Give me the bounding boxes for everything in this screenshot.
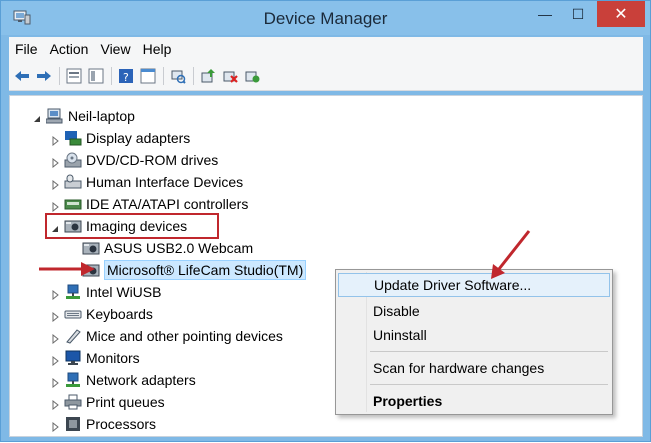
context-menu: Update Driver Software... Disable Uninst… [335,269,613,415]
menu-separator [370,384,608,385]
mouse-icon [64,328,82,344]
tree-item-ide-controllers[interactable]: IDE ATA/ATAPI controllers [50,194,248,214]
tree-root-label: Neil-laptop [68,108,135,124]
tree-item-label: Monitors [86,350,140,366]
svg-text:?: ? [123,71,129,84]
update-driver-icon[interactable] [199,67,217,85]
tree-item-asus-webcam[interactable]: ASUS USB2.0 Webcam [82,238,253,258]
menu-item-update-driver[interactable]: Update Driver Software... [338,273,610,297]
tree-item-human-interface-devices[interactable]: Human Interface Devices [50,172,243,192]
annotation-highlight-box [45,213,219,239]
menu-help[interactable]: Help [137,41,178,57]
properties-icon[interactable] [65,67,83,85]
toolbar-separator [111,66,112,85]
toolbar-separator [59,66,60,85]
tree-item-label: Display adapters [86,130,191,146]
tree-item-network-adapters[interactable]: Network adapters [50,370,196,390]
tree-item-label: Keyboards [86,306,153,322]
minimize-button[interactable]: — [531,1,559,27]
tree-item-monitors[interactable]: Monitors [50,348,140,368]
keyboard-icon [64,306,82,322]
toolbar-separator [163,66,164,85]
tree-item-label: Processors [86,416,157,432]
tree-item-display-adapters[interactable]: Display adapters [50,128,190,148]
tree-item-microsoft-lifecam[interactable]: Microsoft® LifeCam Studio(TM) [82,260,307,280]
expand-arrow-icon[interactable] [50,419,60,433]
scan-hardware-icon[interactable] [169,67,187,85]
maximize-button[interactable]: ☐ [564,1,592,27]
menu-bar: File Action View Help [9,37,643,61]
expand-arrow-icon[interactable] [50,375,60,389]
device-manager-window: Device Manager — ☐ ✕ File Action View He… [0,0,651,442]
enable-icon[interactable] [243,67,261,85]
tree-item-label: DVD/CD-ROM drives [86,152,219,168]
dvd-drive-icon [64,152,82,168]
collapse-arrow-icon[interactable] [32,111,42,122]
expand-arrow-icon[interactable] [50,309,60,323]
menu-separator [370,351,608,352]
tree-item-mice[interactable]: Mice and other pointing devices [50,326,283,346]
menu-action[interactable]: Action [44,41,95,57]
close-button[interactable]: ✕ [597,1,645,27]
menu-item-scan-hardware[interactable]: Scan for hardware changes [338,356,610,380]
tree-item-dvd-drives[interactable]: DVD/CD-ROM drives [50,150,218,170]
menu-item-disable[interactable]: Disable [338,299,610,323]
console-view-icon[interactable] [139,67,157,85]
expand-arrow-icon[interactable] [50,133,60,147]
expand-arrow-icon[interactable] [50,177,60,191]
expand-arrow-icon[interactable] [50,155,60,169]
tree-root[interactable]: Neil-laptop [32,106,135,126]
processor-icon [64,416,82,432]
ide-controller-icon [64,196,82,212]
help-icon[interactable]: ? [117,67,135,85]
back-arrow-icon[interactable] [13,67,31,85]
menu-view[interactable]: View [94,41,136,57]
tree-item-label: Intel WiUSB [86,284,162,300]
tree-item-keyboards[interactable]: Keyboards [50,304,153,324]
camera-icon [82,240,100,256]
expand-arrow-icon[interactable] [50,331,60,345]
network-icon [64,284,82,300]
tree-item-label: Print queues [86,394,165,410]
expand-arrow-icon[interactable] [50,199,60,213]
tree-item-print-queues[interactable]: Print queues [50,392,165,412]
tree-item-label: Mice and other pointing devices [86,328,283,344]
camera-icon [82,262,100,278]
expand-arrow-icon[interactable] [50,287,60,301]
tree-item-intel-wiusb[interactable]: Intel WiUSB [50,282,161,302]
toolbar-separator [193,66,194,85]
tree-item-label: IDE ATA/ATAPI controllers [86,196,249,212]
display-adapter-icon [64,130,82,146]
tree-item-processors[interactable]: Processors [50,414,156,434]
tree-item-label: Microsoft® LifeCam Studio(TM) [104,260,307,280]
computer-icon [45,108,64,124]
tree-item-label: Human Interface Devices [86,174,244,190]
menu-item-uninstall[interactable]: Uninstall [338,323,610,347]
toolbar: ? [9,61,643,91]
menu-file[interactable]: File [9,41,44,57]
tree-item-label: ASUS USB2.0 Webcam [104,240,254,256]
title-bar[interactable]: Device Manager — ☐ ✕ [1,1,650,35]
tree-item-label: Network adapters [86,372,196,388]
show-hide-icon[interactable] [87,67,105,85]
network-icon [64,372,82,388]
expand-arrow-icon[interactable] [50,353,60,367]
monitor-icon [64,350,82,366]
expand-arrow-icon[interactable] [50,397,60,411]
printer-icon [64,394,82,410]
uninstall-icon[interactable] [221,67,239,85]
hid-icon [64,174,82,190]
menu-item-properties[interactable]: Properties [338,389,610,413]
forward-arrow-icon[interactable] [35,67,53,85]
